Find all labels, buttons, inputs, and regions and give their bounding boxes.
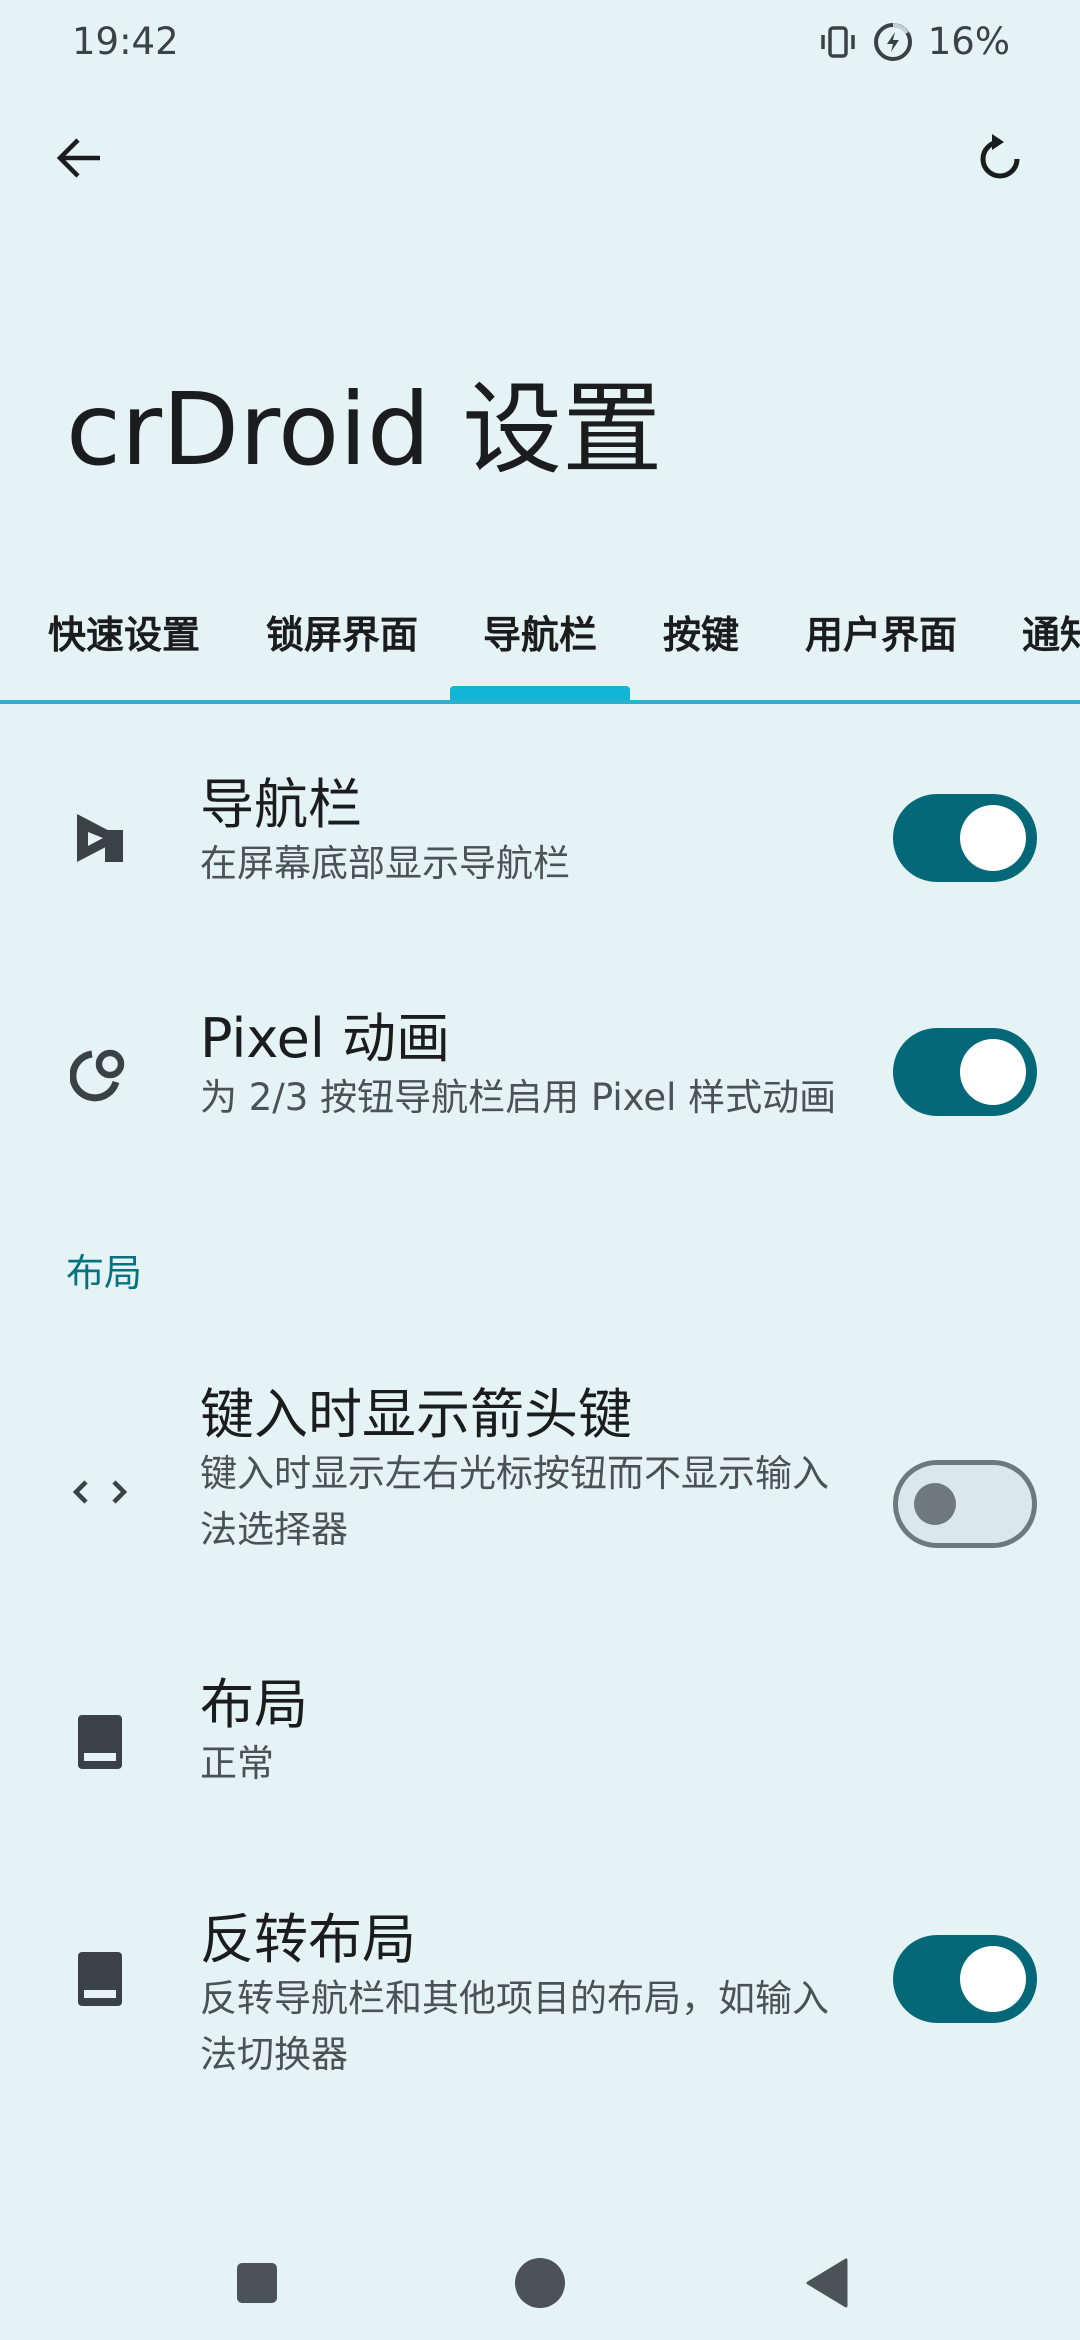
system-navigation-bar bbox=[0, 2220, 1080, 2340]
recents-button[interactable] bbox=[222, 2250, 292, 2320]
arrow-back-icon bbox=[54, 132, 106, 188]
tab-notifications[interactable]: 通知 bbox=[1022, 604, 1080, 659]
pixel-animation-switch[interactable] bbox=[893, 1028, 1037, 1116]
reset-icon bbox=[974, 132, 1026, 188]
tab-lockscreen[interactable]: 锁屏界面 bbox=[266, 604, 418, 659]
setting-subtitle: 正常 bbox=[200, 1742, 274, 1785]
vibrate-icon bbox=[818, 22, 858, 62]
setting-title: 布局 bbox=[200, 1673, 308, 1736]
tab-indicator bbox=[450, 686, 630, 700]
code-arrows-icon bbox=[70, 1462, 130, 1522]
setting-subtitle: 反转导航栏和其他项目的布局，如输入法切换器 bbox=[200, 1977, 829, 2076]
phone-bottom-icon bbox=[70, 1949, 130, 2009]
setting-arrow-keys[interactable]: 键入时显示箭头键 键入时显示左右光标按钮而不显示输入法选择器 bbox=[0, 1370, 1080, 1600]
navigation-bar-switch[interactable] bbox=[893, 794, 1037, 882]
switch-knob bbox=[960, 805, 1026, 871]
category-tabs: 快速设置 锁屏界面 导航栏 按键 用户界面 通知 bbox=[0, 590, 1080, 704]
setting-subtitle: 键入时显示左右光标按钮而不显示输入法选择器 bbox=[200, 1452, 829, 1551]
top-app-bar bbox=[0, 110, 1080, 210]
switch-knob bbox=[960, 1946, 1026, 2012]
page-title: crDroid 设置 bbox=[66, 371, 663, 488]
animation-icon bbox=[70, 1042, 130, 1102]
setting-title: Pixel 动画 bbox=[200, 1007, 451, 1070]
arrow-keys-switch[interactable] bbox=[893, 1460, 1037, 1548]
status-icons: 16% bbox=[818, 20, 1010, 63]
tab-user-interface[interactable]: 用户界面 bbox=[805, 604, 957, 659]
navigation-bar-icon bbox=[70, 808, 130, 868]
setting-title: 键入时显示箭头键 bbox=[200, 1383, 632, 1446]
battery-saver-icon bbox=[872, 21, 914, 63]
tab-buttons[interactable]: 按键 bbox=[663, 604, 739, 659]
setting-subtitle: 在屏幕底部显示导航栏 bbox=[200, 842, 570, 885]
switch-knob bbox=[960, 1039, 1026, 1105]
setting-layout[interactable]: 布局 正常 bbox=[0, 1660, 1080, 1830]
square-recents-icon bbox=[235, 2261, 279, 2309]
reset-button[interactable] bbox=[960, 120, 1040, 200]
setting-navigation-bar[interactable]: 导航栏 在屏幕底部显示导航栏 bbox=[0, 760, 1080, 940]
back-button[interactable] bbox=[40, 120, 120, 200]
section-header-layout: 布局 bbox=[66, 1251, 143, 1295]
tab-navigation-bar[interactable]: 导航栏 bbox=[483, 604, 597, 659]
triangle-back-icon bbox=[804, 2258, 850, 2312]
switch-knob bbox=[914, 1483, 956, 1525]
home-button[interactable] bbox=[505, 2250, 575, 2320]
setting-title: 导航栏 bbox=[200, 773, 362, 836]
setting-title: 反转布局 bbox=[200, 1908, 416, 1971]
tab-quick-settings[interactable]: 快速设置 bbox=[48, 604, 200, 659]
status-bar: 19:42 16% bbox=[0, 0, 1080, 90]
circle-home-icon bbox=[514, 2257, 566, 2313]
status-time: 19:42 bbox=[72, 20, 179, 63]
inverse-layout-switch[interactable] bbox=[893, 1935, 1037, 2023]
battery-percent: 16% bbox=[927, 20, 1010, 63]
setting-inverse-layout[interactable]: 反转布局 反转导航栏和其他项目的布局，如输入法切换器 bbox=[0, 1895, 1080, 2125]
back-nav-button[interactable] bbox=[792, 2250, 862, 2320]
setting-subtitle: 为 2/3 按钮导航栏启用 Pixel 样式动画 bbox=[200, 1076, 837, 1119]
setting-pixel-animation[interactable]: Pixel 动画 为 2/3 按钮导航栏启用 Pixel 样式动画 bbox=[0, 994, 1080, 1174]
phone-bottom-icon bbox=[70, 1712, 130, 1772]
